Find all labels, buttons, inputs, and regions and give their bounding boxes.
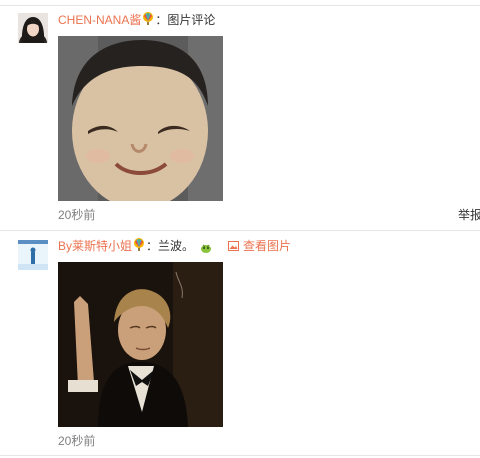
comment-text: 兰波。 (158, 239, 195, 253)
username-link[interactable]: By莱斯特小姐 (58, 239, 132, 253)
bottom-divider (0, 455, 480, 456)
comment-line: CHEN-NANA酱 ：图片评论 (58, 12, 215, 30)
picture-icon (228, 241, 240, 251)
report-link[interactable]: 举报 (458, 208, 480, 222)
top-divider (0, 5, 480, 6)
member-badge-icon[interactable] (142, 12, 154, 30)
comment-line: By莱斯特小姐 ：兰波。 查看图片 (58, 238, 291, 258)
avatar[interactable] (18, 13, 48, 43)
separator: ： (155, 13, 168, 27)
separator: ： (146, 239, 159, 253)
comment-text: 图片评论 (167, 13, 216, 27)
member-badge-icon[interactable] (133, 238, 145, 256)
emoji-icon (200, 242, 212, 258)
avatar[interactable] (18, 240, 48, 270)
comment-divider (0, 230, 480, 231)
timestamp: 20秒前 (58, 208, 96, 222)
comment-photo[interactable] (58, 262, 223, 427)
view-image-label: 查看图片 (243, 239, 292, 253)
comment-photo[interactable] (58, 36, 223, 201)
timestamp: 20秒前 (58, 434, 96, 448)
username-link[interactable]: CHEN-NANA酱 (58, 13, 141, 27)
view-image-link[interactable]: 查看图片 (228, 239, 291, 253)
